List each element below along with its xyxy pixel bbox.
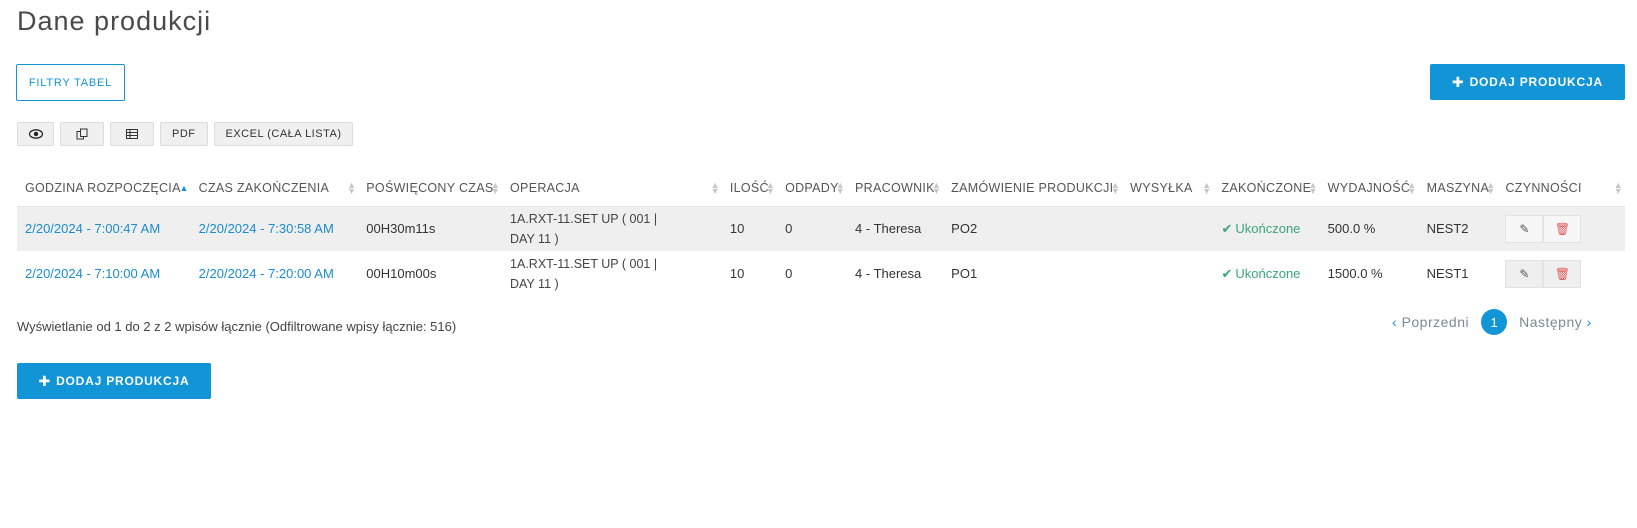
table-row: 2/20/2024 - 7:00:47 AM 2/20/2024 - 7:30:…	[17, 206, 1625, 251]
sort-icon: ▲ ▼	[1202, 179, 1212, 196]
excel-button[interactable]: EXCEL (CAŁA LISTA)	[213, 122, 354, 146]
sort-asc-icon: ▲	[179, 182, 189, 193]
waste: 0	[777, 206, 848, 251]
actions-cell: ✎ 🗑	[1497, 251, 1625, 296]
start-time-link[interactable]: 2/20/2024 - 7:00:47 AM	[25, 221, 160, 236]
machine: NEST1	[1418, 251, 1498, 296]
sort-icon: ▲ ▼	[931, 179, 942, 196]
column-header-efficiency[interactable]: WYDAJNOŚĆ ▲ ▼	[1319, 170, 1419, 207]
end-time-link[interactable]: 2/20/2024 - 7:30:58 AM	[199, 221, 334, 236]
spent-time: 00H10m00s	[358, 251, 503, 296]
sort-icon: ▲ ▼	[1613, 179, 1623, 196]
sort-icon: ▲ ▼	[1308, 179, 1318, 196]
column-header-waste[interactable]: ODPADY ▲ ▼	[777, 170, 848, 207]
excel-label: EXCEL (CAŁA LISTA)	[225, 128, 342, 140]
add-production-label: DODAJ PRODUKCJA	[1469, 75, 1603, 89]
actions-cell: ✎ 🗑	[1497, 206, 1625, 251]
pdf-button[interactable]: PDF	[160, 122, 208, 146]
column-header-start[interactable]: GODZINA ROZPOCZĘCIA ▲	[17, 170, 191, 207]
column-visibility-button[interactable]	[17, 122, 54, 146]
table-icon	[126, 129, 138, 139]
edit-button[interactable]: ✎	[1505, 259, 1544, 288]
page-title: Dane produkcji	[17, 6, 212, 36]
add-production-button[interactable]: ✚ DODAJ PRODUKCJA	[1430, 64, 1625, 100]
column-header-qty[interactable]: ILOŚĆ ▲ ▼	[721, 170, 778, 207]
copy-button[interactable]	[60, 122, 104, 146]
pdf-label: PDF	[172, 128, 196, 140]
delete-button[interactable]: 🗑	[1543, 259, 1582, 288]
sort-icon: ▲ ▼	[490, 179, 501, 196]
operation-cell: 1A.RXT-11.SET UP ( 001 | DAY 11 )	[502, 206, 722, 251]
next-page-button[interactable]: Następny ›	[1519, 314, 1592, 330]
eye-icon	[28, 129, 43, 139]
trash-icon: 🗑	[1554, 266, 1571, 281]
efficiency: 500.0 %	[1319, 206, 1419, 251]
chevron-left-icon: ‹	[1392, 314, 1402, 330]
check-icon: ✔	[1221, 265, 1233, 281]
trash-icon: 🗑	[1554, 221, 1571, 236]
column-header-machine[interactable]: MASZYNA ▲ ▼	[1418, 170, 1498, 207]
end-time-link[interactable]: 2/20/2024 - 7:20:00 AM	[199, 266, 334, 281]
export-toolbar: PDF EXCEL (CAŁA LISTA)	[17, 122, 354, 146]
sort-icon: ▲ ▼	[835, 179, 846, 196]
chevron-right-icon: ›	[1582, 314, 1592, 330]
column-header-shipping[interactable]: WYSYŁKA ▲ ▼	[1122, 170, 1214, 207]
shipping	[1122, 206, 1214, 251]
check-icon: ✔	[1221, 220, 1233, 236]
edit-icon: ✎	[1519, 266, 1530, 281]
column-header-worker[interactable]: PRACOWNIK ▲ ▼	[847, 170, 944, 207]
quantity: 10	[721, 206, 778, 251]
quantity: 10	[721, 251, 778, 296]
sort-icon: ▲ ▼	[1407, 179, 1417, 196]
waste: 0	[777, 251, 848, 296]
worker: 4 - Theresa	[847, 206, 944, 251]
column-header-spent[interactable]: POŚWIĘCONY CZAS ▲ ▼	[358, 170, 503, 207]
production-order: PO1	[943, 251, 1123, 296]
add-production-label: DODAJ PRODUKCJA	[56, 374, 190, 388]
sort-icon: ▲ ▼	[1110, 179, 1121, 196]
plus-icon: ✚	[38, 372, 52, 389]
production-order: PO2	[943, 206, 1123, 251]
table-filters-label: FILTRY TABEL	[28, 76, 113, 89]
sort-icon: ▲ ▼	[347, 179, 357, 196]
efficiency: 1500.0 %	[1319, 251, 1419, 296]
sort-icon: ▲ ▼	[710, 179, 720, 196]
column-header-end[interactable]: CZAS ZAKOŃCZENIA ▲ ▼	[190, 170, 359, 207]
start-time-link[interactable]: 2/20/2024 - 7:10:00 AM	[25, 266, 160, 281]
machine: NEST2	[1418, 206, 1498, 251]
column-header-finished[interactable]: ZAKOŃCZONE ▲ ▼	[1213, 170, 1320, 207]
finished-status: ✔ Ukończone	[1213, 206, 1320, 251]
table-filters-button[interactable]: FILTRY TABEL	[16, 64, 125, 101]
table-info-text: Wyświetlanie od 1 do 2 z 2 wpisów łączni…	[17, 319, 457, 334]
worker: 4 - Theresa	[847, 251, 944, 296]
sort-icon: ▲ ▼	[765, 179, 776, 196]
table-row: 2/20/2024 - 7:10:00 AM 2/20/2024 - 7:20:…	[17, 251, 1625, 296]
finished-status: ✔ Ukończone	[1213, 251, 1320, 296]
production-table: GODZINA ROZPOCZĘCIA ▲ CZAS ZAKOŃCZENIA ▲ ▼ …	[17, 170, 1625, 296]
plus-icon: ✚	[1452, 73, 1465, 90]
shipping	[1122, 251, 1214, 296]
spent-time: 00H30m11s	[358, 206, 503, 251]
column-header-actions[interactable]: CZYNNOŚCI ▲ ▼	[1497, 170, 1625, 207]
add-production-button-bottom[interactable]: ✚ DODAJ PRODUKCJA	[17, 363, 211, 399]
previous-page-button[interactable]: ‹ Poprzedni	[1392, 314, 1469, 330]
column-header-operation[interactable]: OPERACJA ▲ ▼	[502, 170, 722, 207]
pagination: ‹ Poprzedni 1 Następny ›	[1392, 309, 1592, 335]
operation-cell: 1A.RXT-11.SET UP ( 001 | DAY 11 )	[502, 251, 722, 296]
csv-button[interactable]	[110, 122, 154, 146]
column-header-order[interactable]: ZAMÓWIENIE PRODUKCJI ▲ ▼	[943, 170, 1123, 207]
table-header-row: GODZINA ROZPOCZĘCIA ▲ CZAS ZAKOŃCZENIA ▲ ▼ …	[17, 170, 1625, 207]
edit-button[interactable]: ✎	[1505, 214, 1544, 243]
sort-icon: ▲ ▼	[1486, 179, 1496, 196]
delete-button[interactable]: 🗑	[1543, 214, 1582, 243]
copy-icon	[76, 128, 88, 140]
edit-icon: ✎	[1519, 221, 1530, 236]
current-page-button[interactable]: 1	[1481, 309, 1508, 335]
